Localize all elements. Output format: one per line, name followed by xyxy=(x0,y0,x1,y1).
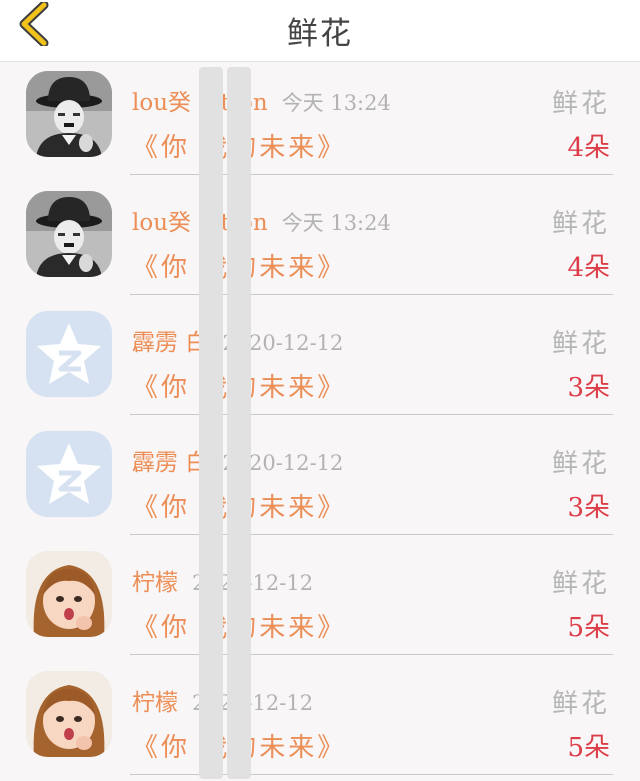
girl-avatar-image xyxy=(26,551,112,637)
sender-name-text: 霹雳 白 xyxy=(132,450,209,476)
chaplin-avatar-image xyxy=(26,191,112,277)
gift-count: 5朵 xyxy=(567,613,610,643)
sender-name: lou癸 uitton今天 13:24 xyxy=(132,203,391,237)
scrollbar[interactable] xyxy=(199,67,223,779)
timestamp: 今天 13:24 xyxy=(281,211,391,235)
page-title: 鲜花 xyxy=(287,16,353,52)
gift-count: 4朵 xyxy=(567,253,610,283)
qzone-star-icon xyxy=(26,311,112,397)
list-item[interactable]: 霹雳 白 2020-12-12 鲜花 《你 我的未来》 3朵 xyxy=(0,301,640,421)
sender-name-text: 柠檬 xyxy=(132,570,178,596)
avatar[interactable] xyxy=(26,671,112,757)
qzone-star-icon xyxy=(26,431,112,517)
navigation-bar: 鲜花 xyxy=(0,0,640,62)
girl-avatar-image xyxy=(26,671,112,757)
avatar[interactable] xyxy=(26,551,112,637)
avatar[interactable] xyxy=(26,71,112,157)
sender-name-text: 柠檬 xyxy=(132,690,178,716)
gift-count: 5朵 xyxy=(567,733,610,763)
gift-type: 鲜花 xyxy=(551,569,610,599)
list-item[interactable]: 霹雳 白 2020-12-12 鲜花 《你 我的未来》 3朵 xyxy=(0,421,640,541)
timestamp: 今天 13:24 xyxy=(281,91,391,115)
sender-name: lou癸 uitton今天 13:24 xyxy=(132,83,391,117)
gift-type: 鲜花 xyxy=(551,329,610,359)
list-item[interactable]: 柠檬 2020-12-12 鲜花 《你 我的未来》 5朵 xyxy=(0,661,640,781)
gift-type: 鲜花 xyxy=(551,89,610,119)
gift-list: lou癸 uitton今天 13:24 鲜花 《你 我的未来》 4朵 lou癸 … xyxy=(0,61,640,781)
list-item[interactable]: 柠檬 2020-12-12 鲜花 《你 我的未来》 5朵 xyxy=(0,541,640,661)
avatar[interactable] xyxy=(26,431,112,517)
gift-count: 3朵 xyxy=(567,373,610,403)
chaplin-avatar-image xyxy=(26,71,112,157)
list-item[interactable]: lou癸 uitton今天 13:24 鲜花 《你 我的未来》 4朵 xyxy=(0,181,640,301)
avatar[interactable] xyxy=(26,311,112,397)
gift-count: 4朵 xyxy=(567,133,610,163)
gift-count: 3朵 xyxy=(567,493,610,523)
gift-type: 鲜花 xyxy=(551,449,610,479)
avatar[interactable] xyxy=(26,191,112,277)
sender-name-text: 霹雳 白 xyxy=(132,330,209,356)
gift-type: 鲜花 xyxy=(551,209,610,239)
scrollbar[interactable] xyxy=(227,67,251,779)
gift-type: 鲜花 xyxy=(551,689,610,719)
list-item[interactable]: lou癸 uitton今天 13:24 鲜花 《你 我的未来》 4朵 xyxy=(0,61,640,181)
